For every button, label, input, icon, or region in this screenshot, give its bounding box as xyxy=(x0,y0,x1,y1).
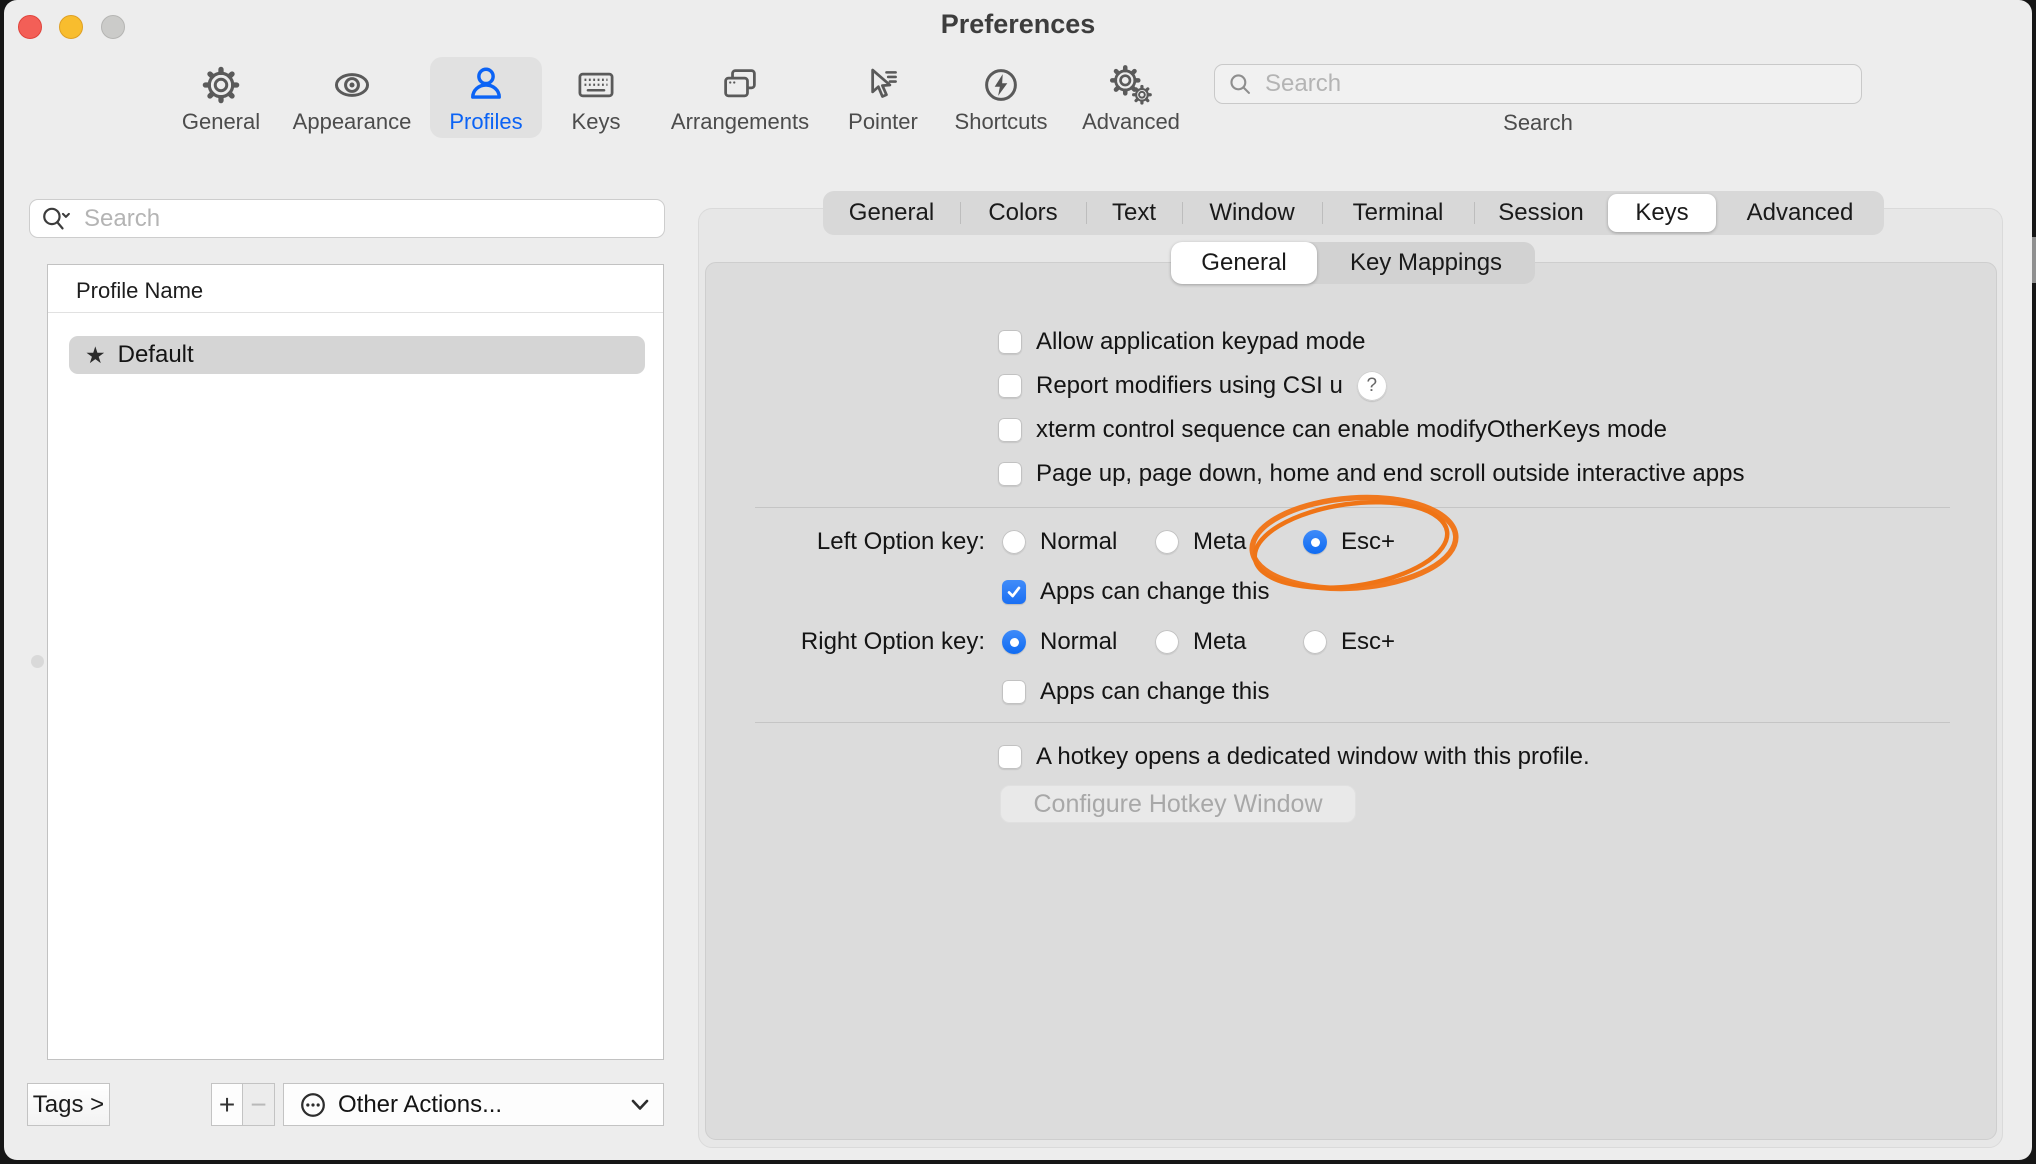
other-actions-dropdown[interactable]: Other Actions... xyxy=(283,1083,664,1126)
left-option-normal: Normal xyxy=(1002,524,1117,560)
toolbar-label-shortcuts: Shortcuts xyxy=(955,109,1048,135)
tab-colors[interactable]: Colors xyxy=(960,191,1086,235)
right-option-esc: Esc+ xyxy=(1303,624,1395,660)
toolbar-search-label: Search xyxy=(1214,110,1862,136)
checkbox-left-apps-can-change[interactable] xyxy=(1002,580,1026,604)
pane-splitter-handle[interactable] xyxy=(31,655,44,668)
radio-right-esc[interactable] xyxy=(1303,630,1327,654)
toolbar-label-profiles: Profiles xyxy=(449,109,522,135)
other-actions-label: Other Actions... xyxy=(338,1091,621,1119)
divider xyxy=(755,722,1950,723)
minus-icon: − xyxy=(250,1089,266,1121)
tags-button[interactable]: Tags > xyxy=(27,1083,110,1126)
right-option-meta: Meta xyxy=(1155,624,1246,660)
checkbox-row-modify-other-keys: xterm control sequence can enable modify… xyxy=(998,412,1667,448)
toolbar-label-advanced: Advanced xyxy=(1082,109,1180,135)
screen-edge-notch xyxy=(2032,237,2036,283)
checkbox-page-scroll[interactable] xyxy=(998,462,1022,486)
toolbar-item-profiles[interactable]: Profiles xyxy=(430,57,542,138)
profile-row-default[interactable]: ★ Default xyxy=(69,336,645,374)
toolbar-item-shortcuts[interactable]: Shortcuts xyxy=(941,57,1061,138)
tab-general[interactable]: General xyxy=(823,191,960,235)
help-button[interactable]: ? xyxy=(1357,371,1387,401)
keyboard-icon xyxy=(573,62,619,108)
checkbox-label: xterm control sequence can enable modify… xyxy=(1036,416,1667,444)
checkbox-row-csi-u: Report modifiers using CSI u ? xyxy=(998,368,1387,404)
profile-list: Profile Name ★ Default xyxy=(47,264,664,1060)
toolbar-item-advanced[interactable]: Advanced xyxy=(1071,57,1191,138)
add-remove-group: + − xyxy=(211,1083,275,1126)
checkbox-hotkey-window[interactable] xyxy=(998,745,1022,769)
preferences-window: Preferences General Appearance xyxy=(0,0,2036,1164)
toolbar-item-arrangements[interactable]: Arrangements xyxy=(655,57,825,138)
radio-left-meta[interactable] xyxy=(1155,530,1179,554)
cursor-icon xyxy=(860,62,906,108)
search-scope-icon xyxy=(40,204,74,234)
bolt-icon xyxy=(978,62,1024,108)
hotkey-row: A hotkey opens a dedicated window with t… xyxy=(998,739,1590,775)
toolbar-label-keys: Keys xyxy=(572,109,621,135)
checkbox-right-apps-can-change[interactable] xyxy=(1002,680,1026,704)
gears-icon xyxy=(1108,62,1154,108)
toolbar-label-arrangements: Arrangements xyxy=(671,109,809,135)
toolbar-item-pointer[interactable]: Pointer xyxy=(833,57,933,138)
radio-left-normal[interactable] xyxy=(1002,530,1026,554)
radio-right-normal[interactable] xyxy=(1002,630,1026,654)
tab-terminal[interactable]: Terminal xyxy=(1322,191,1474,235)
tags-button-label: Tags > xyxy=(33,1091,104,1119)
checkbox-keypad-mode[interactable] xyxy=(998,330,1022,354)
tab-text[interactable]: Text xyxy=(1086,191,1182,235)
toolbar-label-pointer: Pointer xyxy=(848,109,918,135)
person-icon xyxy=(463,62,509,108)
toolbar-item-general[interactable]: General xyxy=(166,57,276,138)
sidebar-search-field[interactable] xyxy=(29,199,665,238)
toolbar-item-keys[interactable]: Keys xyxy=(556,57,636,138)
checkbox-label: Allow application keypad mode xyxy=(1036,328,1366,356)
radio-right-meta[interactable] xyxy=(1155,630,1179,654)
chevron-down-icon xyxy=(631,1099,649,1111)
circled-ellipsis-icon xyxy=(298,1090,328,1120)
star-icon: ★ xyxy=(85,344,106,367)
plus-icon: + xyxy=(219,1089,235,1121)
tab-window[interactable]: Window xyxy=(1182,191,1322,235)
toolbar-item-appearance[interactable]: Appearance xyxy=(277,57,427,138)
configure-hotkey-window-button[interactable]: Configure Hotkey Window xyxy=(1000,785,1356,823)
toolbar-search-input[interactable] xyxy=(1263,69,1849,99)
right-option-normal: Normal xyxy=(1002,624,1117,660)
right-apps-can-change-row: Apps can change this xyxy=(1002,674,1270,710)
annotation-ellipse xyxy=(1230,481,1490,611)
toolbar-label-appearance: Appearance xyxy=(293,109,412,135)
checkbox-csi-u[interactable] xyxy=(998,374,1022,398)
tab-advanced[interactable]: Advanced xyxy=(1716,191,1884,235)
subtab-general[interactable]: General xyxy=(1171,242,1317,284)
profile-tab-bar: General Colors Text Window Terminal Sess… xyxy=(823,191,1884,235)
windows-icon xyxy=(717,62,763,108)
toolbar-label-general: General xyxy=(182,109,260,135)
checkbox-row-keypad: Allow application keypad mode xyxy=(998,324,1366,360)
profile-name: Default xyxy=(118,341,194,369)
keys-subtab-bar: General Key Mappings xyxy=(1171,242,1535,284)
tab-keys[interactable]: Keys xyxy=(1608,194,1716,232)
left-option-key-label: Left Option key: xyxy=(705,524,985,560)
toolbar-search-field[interactable] xyxy=(1214,64,1862,104)
checkbox-modify-other-keys[interactable] xyxy=(998,418,1022,442)
right-option-key-label: Right Option key: xyxy=(705,624,985,660)
subtab-key-mappings[interactable]: Key Mappings xyxy=(1317,242,1535,284)
gear-icon xyxy=(198,62,244,108)
sidebar-search-input[interactable] xyxy=(82,204,654,234)
tab-session[interactable]: Session xyxy=(1474,191,1608,235)
eye-icon xyxy=(329,62,375,108)
list-divider xyxy=(48,312,663,313)
profile-list-header: Profile Name xyxy=(76,278,203,304)
checkbox-label: Report modifiers using CSI u xyxy=(1036,372,1343,400)
window-title: Preferences xyxy=(0,9,2036,40)
search-icon xyxy=(1227,71,1253,97)
remove-profile-button[interactable]: − xyxy=(243,1083,275,1126)
add-profile-button[interactable]: + xyxy=(211,1083,243,1126)
